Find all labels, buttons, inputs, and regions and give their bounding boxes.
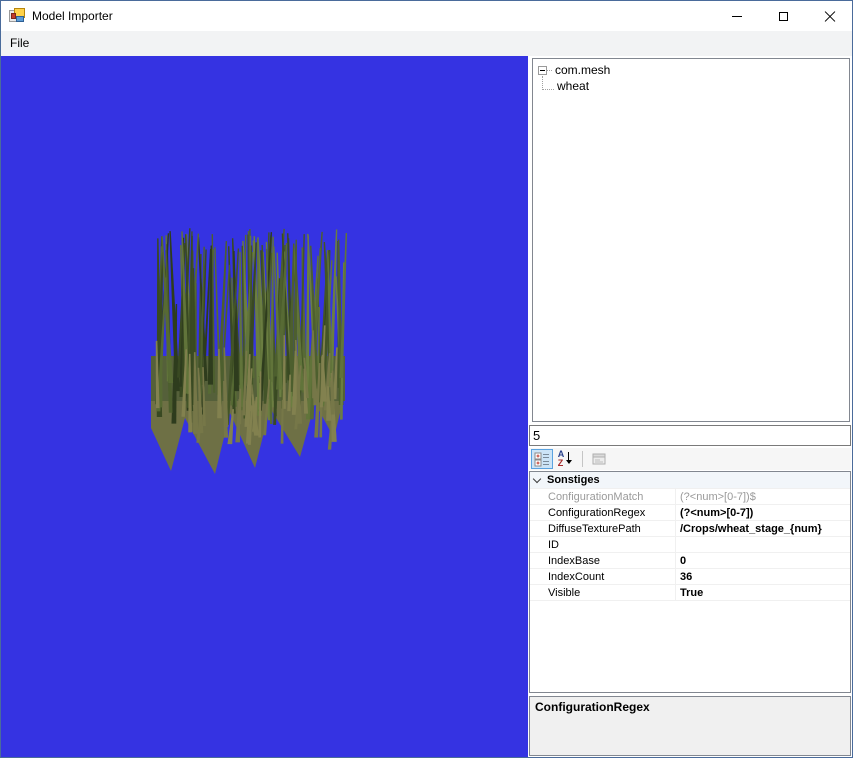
right-panel: com.mesh wheat 5 A Z Sonstiges Configura… xyxy=(528,56,852,757)
tree-item-wheat[interactable]: wheat xyxy=(533,75,849,94)
property-row-Visible[interactable]: Visible True xyxy=(530,585,850,601)
property-name[interactable]: DiffuseTexturePath xyxy=(530,521,676,536)
minimize-icon xyxy=(732,15,742,17)
propertygrid-toolbar: A Z xyxy=(529,448,851,470)
property-help-panel: ConfigurationRegex xyxy=(529,696,851,756)
property-row-IndexCount[interactable]: IndexCount 36 xyxy=(530,569,850,585)
property-name[interactable]: ID xyxy=(530,537,676,552)
app-icon xyxy=(9,8,25,24)
window-title: Model Importer xyxy=(32,9,113,23)
maximize-icon xyxy=(778,11,788,21)
property-value[interactable]: (?<num>[0-7]) xyxy=(676,505,850,520)
toolbar-separator xyxy=(582,451,583,467)
tree-item-com.mesh[interactable]: com.mesh xyxy=(533,62,849,78)
close-icon xyxy=(824,11,835,22)
property-grid: Sonstiges ConfigurationMatch (?<num>[0-7])… xyxy=(529,471,851,693)
tree-item-label: wheat xyxy=(557,79,590,93)
property-name[interactable]: ConfigurationRegex xyxy=(530,505,676,520)
window-controls xyxy=(714,1,852,31)
property-value[interactable]: 0 xyxy=(676,553,850,568)
property-row-ConfigurationMatch[interactable]: ConfigurationMatch (?<num>[0-7])$ xyxy=(530,489,850,505)
property-value[interactable]: True xyxy=(676,585,850,600)
menu-bar: File xyxy=(1,31,852,56)
categorized-button[interactable] xyxy=(531,449,553,469)
property-value[interactable]: /Crops/wheat_stage_{num} xyxy=(676,521,850,536)
help-property-name: ConfigurationRegex xyxy=(535,700,650,714)
category-label: Sonstiges xyxy=(547,474,600,486)
category-row-sonstiges[interactable]: Sonstiges xyxy=(530,472,850,489)
minimize-button[interactable] xyxy=(714,1,760,31)
wheat-model-render xyxy=(151,228,348,474)
tree-connector-line xyxy=(547,69,552,71)
tree-connector-line xyxy=(542,75,554,90)
property-pages-icon xyxy=(592,453,606,465)
title-bar: Model Importer xyxy=(1,1,852,31)
property-row-ConfigurationRegex[interactable]: ConfigurationRegex (?<num>[0-7]) xyxy=(530,505,850,521)
stage-input[interactable] xyxy=(529,425,851,446)
property-row-DiffuseTexturePath[interactable]: DiffuseTexturePath/Crops/wheat_stage_{nu… xyxy=(530,521,850,537)
property-name[interactable]: IndexBase xyxy=(530,553,676,568)
main-split: com.mesh wheat 5 A Z Sonstiges Configura… xyxy=(1,56,852,757)
chevron-down-icon xyxy=(532,474,542,484)
close-button[interactable] xyxy=(806,1,852,31)
property-value[interactable]: 36 xyxy=(676,569,850,584)
property-value[interactable]: (?<num>[0-7])$ xyxy=(676,489,850,504)
categorized-icon xyxy=(534,452,549,467)
property-name[interactable]: Visible xyxy=(530,585,676,600)
property-row-ID[interactable]: ID xyxy=(530,537,850,553)
tree-collapse-toggle[interactable] xyxy=(538,65,547,75)
model-viewport-3d[interactable] xyxy=(1,56,528,757)
mesh-tree: com.mesh wheat xyxy=(532,58,850,422)
property-value[interactable] xyxy=(676,537,850,552)
alphabetical-sort-button[interactable]: A Z xyxy=(554,449,576,469)
property-pages-button xyxy=(588,449,610,469)
property-name[interactable]: ConfigurationMatch xyxy=(530,489,676,504)
property-row-IndexBase[interactable]: IndexBase 0 xyxy=(530,553,850,569)
az-sort-icon: A Z xyxy=(558,450,573,468)
property-name[interactable]: IndexCount xyxy=(530,569,676,584)
maximize-button[interactable] xyxy=(760,1,806,31)
tree-item-label: com.mesh xyxy=(555,63,611,77)
menu-item-file[interactable]: File xyxy=(1,33,38,54)
app-window: Model Importer File com.mesh wheat 5 A Z… xyxy=(0,0,853,758)
